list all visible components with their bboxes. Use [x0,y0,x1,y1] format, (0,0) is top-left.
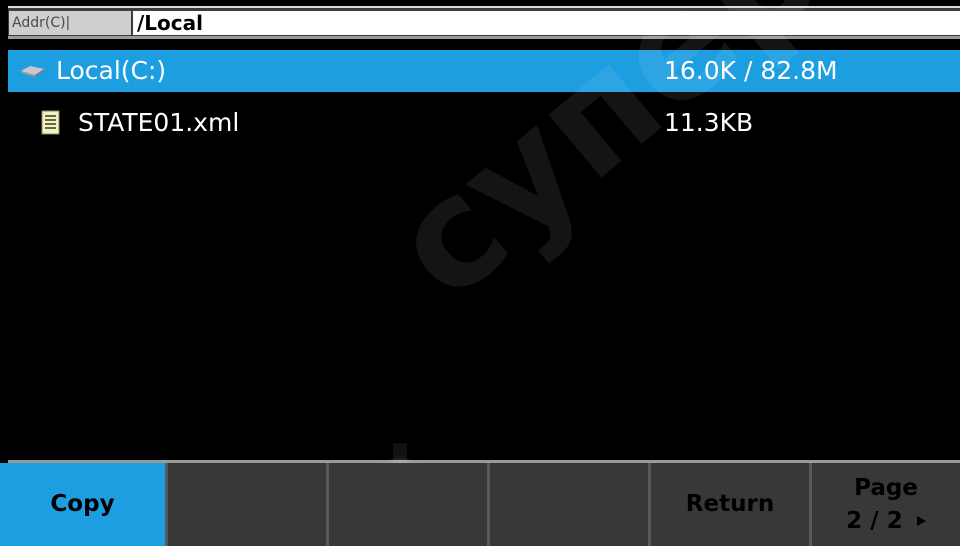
copy-button[interactable]: Copy [0,463,165,546]
address-label: Addr(C)| [9,11,131,35]
address-bar: Addr(C)| /Local [8,6,960,36]
file-browser: Local(C:) 16.0K / 82.8M STATE01.xml 11.3… [8,36,960,463]
softkey-4-button[interactable] [487,463,648,546]
page-indicator-row: 2 / 2 [846,505,926,538]
document-icon [34,102,68,144]
address-path-field[interactable]: /Local [133,11,960,35]
drive-icon [12,50,52,92]
page-label: Page [854,474,918,501]
softkey-label: Copy [50,491,115,517]
softkey-3-button[interactable] [326,463,487,546]
page-button[interactable]: Page 2 / 2 [809,463,960,546]
softkey-2-button[interactable] [165,463,326,546]
softkey-label: Return [685,491,775,517]
file-name: Local(C:) [56,56,167,85]
file-list-item-local-drive[interactable]: Local(C:) 16.0K / 82.8M [8,50,960,92]
file-list-item-state01[interactable]: STATE01.xml 11.3KB [8,102,960,144]
page-next-arrow-icon [916,516,926,526]
file-size: 11.3KB [664,108,754,137]
softkey-bar: Copy Return Page 2 / 2 [0,463,960,546]
generator-screen: Addr(C)| /Local Local(C:) 16.0K / 82.8M [0,0,960,546]
return-button[interactable]: Return [648,463,809,546]
page-indicator: 2 / 2 [846,507,903,534]
file-name: STATE01.xml [78,108,240,137]
file-size: 16.0K / 82.8M [664,56,838,85]
